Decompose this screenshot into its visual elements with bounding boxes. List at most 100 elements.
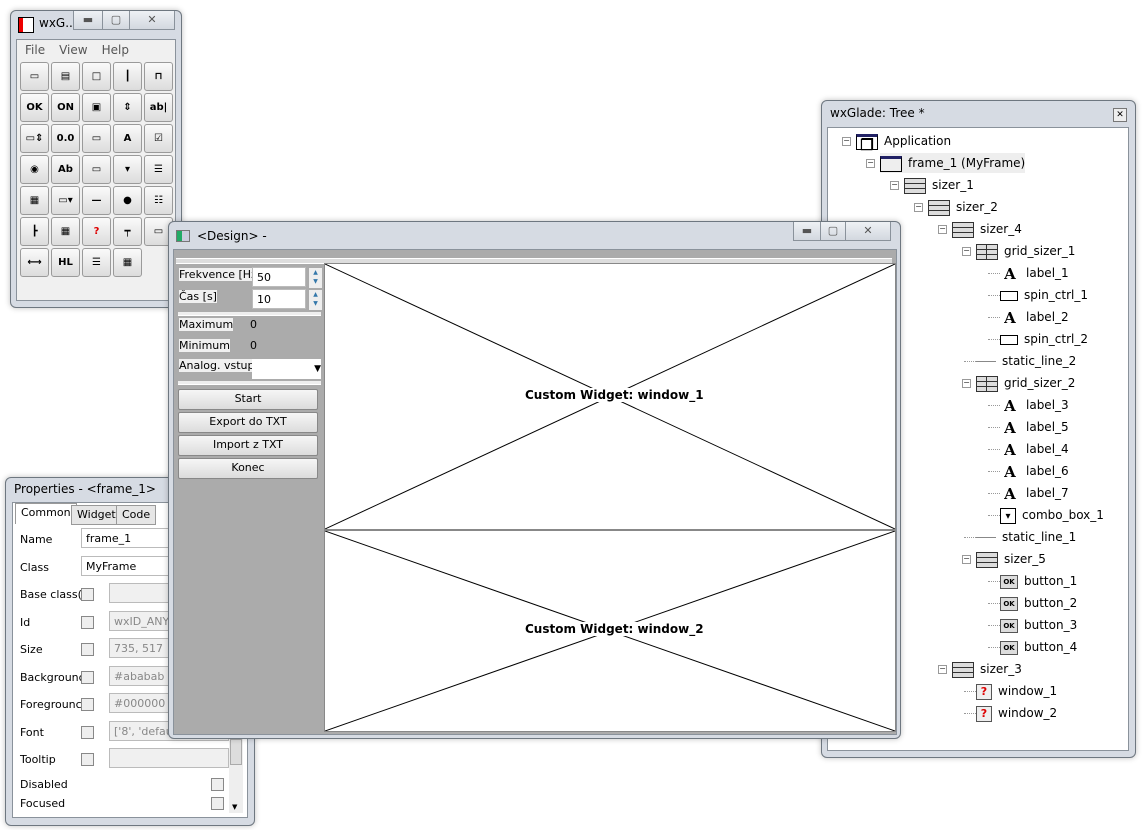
collapse-toggle[interactable]: −	[914, 203, 923, 212]
tree-item[interactable]: Alabel_4	[1000, 439, 1068, 459]
tool-box-sizer-button[interactable]: ☰	[82, 248, 111, 277]
maximize-button[interactable]: ▢	[102, 11, 130, 30]
tool-spacer-button[interactable]: ⟷	[20, 248, 49, 277]
collapse-toggle[interactable]: −	[866, 159, 875, 168]
tool-panel-button[interactable]: □	[82, 62, 111, 91]
tool-spin-ctrl-button[interactable]: ▭⇕	[20, 124, 49, 153]
tool-list-box-button[interactable]: ☰	[144, 155, 173, 184]
tool-radio-button-button[interactable]: ◉	[20, 155, 49, 184]
tree-item[interactable]: sizer_1	[904, 175, 974, 195]
tool-bitmap-button-button[interactable]: ▣	[82, 93, 111, 122]
collapse-toggle[interactable]: −	[962, 555, 971, 564]
prop-enable-checkbox[interactable]	[81, 643, 94, 656]
freq-spin-input[interactable]: 50	[252, 267, 306, 287]
tool-dialog-button[interactable]: ▤	[51, 62, 80, 91]
tab-common[interactable]: Common	[15, 503, 77, 524]
tool-static-text-button[interactable]: A	[113, 124, 142, 153]
tree-item[interactable]: OK button_3	[1000, 615, 1077, 635]
tool-checkbox-button[interactable]: ☑	[144, 124, 173, 153]
tool-toolbar-button[interactable]: ┯	[113, 217, 142, 246]
tree-item[interactable]: spin_ctrl_1	[1000, 285, 1088, 305]
collapse-toggle[interactable]: −	[962, 247, 971, 256]
tool-text-ctrl-button[interactable]: ab|	[144, 93, 173, 122]
tree-item[interactable]: frame_1 (MyFrame)	[880, 153, 1026, 173]
tool-notebook-button[interactable]: ⊓	[144, 62, 173, 91]
tree-item[interactable]: grid_sizer_1	[976, 241, 1075, 261]
collapse-toggle[interactable]: −	[938, 665, 947, 674]
export-txt-button[interactable]: Export do TXT	[178, 412, 318, 433]
time-spin-buttons[interactable]: ▲ ▼	[308, 289, 323, 311]
start-button[interactable]: Start	[178, 389, 318, 410]
tree-item[interactable]: ❐ Application	[856, 131, 951, 153]
tree-item[interactable]: Alabel_1	[1000, 263, 1068, 283]
scrollbar[interactable]: ▼	[229, 735, 243, 813]
prop-enable-checkbox[interactable]	[81, 725, 94, 739]
tool-list-ctrl-button[interactable]: ☷	[144, 186, 173, 215]
collapse-toggle[interactable]: −	[842, 137, 851, 146]
tree-item[interactable]: Alabel_6	[1000, 461, 1068, 481]
custom-widget-window-2[interactable]: Custom Widget: window_2	[324, 530, 896, 732]
tab-code[interactable]: Code	[116, 505, 157, 525]
prop-enable-checkbox[interactable]	[81, 588, 94, 601]
menu-file[interactable]: File	[25, 43, 45, 57]
tree-item[interactable]: Alabel_3	[1000, 395, 1068, 415]
tree-item[interactable]: grid_sizer_2	[976, 373, 1075, 393]
tree-item[interactable]: ▾ combo_box_1	[1000, 505, 1104, 525]
tool-calendar-button[interactable]: ▦	[20, 186, 49, 215]
custom-widget-window-1[interactable]: Custom Widget: window_1	[324, 263, 896, 530]
ain-combo-box[interactable]: ▼	[252, 359, 321, 379]
tree-item[interactable]: sizer_5	[976, 549, 1046, 569]
tool-splitter-button[interactable]: ┃	[113, 62, 142, 91]
tool-tree-ctrl-button[interactable]: ┣	[20, 217, 49, 246]
tool-frame-button[interactable]: ▭	[20, 62, 49, 91]
freq-spin-buttons[interactable]: ▲ ▼	[308, 267, 323, 289]
menu-view[interactable]: View	[59, 43, 87, 57]
prop-value-field[interactable]	[109, 748, 229, 768]
tool-datepicker-button[interactable]: ▭▾	[51, 186, 80, 215]
disabled-checkbox[interactable]	[211, 778, 224, 791]
close-button[interactable]: ✕	[129, 11, 175, 30]
tab-widget[interactable]: Widget	[71, 505, 122, 525]
tree-item[interactable]: static_line_1	[976, 527, 1076, 547]
tree-item[interactable]: Alabel_7	[1000, 483, 1068, 503]
tool-slider-button[interactable]: 0.0	[51, 124, 80, 153]
tree-item[interactable]: sizer_2	[928, 197, 998, 217]
tool-spin-button-button[interactable]: ⇕	[113, 93, 142, 122]
prop-enable-checkbox[interactable]	[81, 698, 94, 711]
time-spin-input[interactable]: 10	[252, 289, 306, 309]
tool-choice-button[interactable]: ▭	[82, 155, 111, 184]
tree-item[interactable]: Alabel_5	[1000, 417, 1068, 437]
prop-enable-checkbox[interactable]	[81, 753, 94, 766]
minimize-button[interactable]: ▬	[73, 11, 103, 30]
import-txt-button[interactable]: Import z TXT	[178, 435, 318, 456]
tool-toggle-button-button[interactable]: ON	[51, 93, 80, 122]
tree-item[interactable]: sizer_4	[952, 219, 1022, 239]
tree-item[interactable]: Alabel_2	[1000, 307, 1068, 327]
close-button[interactable]: ✕	[1113, 108, 1127, 122]
tree-item[interactable]: ? window_1	[976, 681, 1057, 701]
close-button[interactable]: ✕	[845, 222, 891, 241]
tree-item[interactable]: OK button_2	[1000, 593, 1077, 613]
prop-enable-checkbox[interactable]	[81, 670, 94, 684]
tree-item[interactable]: static_line_2	[976, 351, 1076, 371]
tool-gauge-button[interactable]: ▭	[82, 124, 111, 153]
tree-item[interactable]: OK button_4	[1000, 637, 1077, 657]
tool-button-button[interactable]: OK	[20, 93, 49, 122]
minimize-button[interactable]: ▬	[793, 222, 821, 241]
tool-static-bitmap-button[interactable]: ●	[113, 186, 142, 215]
collapse-toggle[interactable]: −	[938, 225, 947, 234]
tool-grid-sizer-button[interactable]: ▦	[113, 248, 142, 277]
tool-static-line-button[interactable]: —	[82, 186, 111, 215]
tool-radio-box-button[interactable]: Ab	[51, 155, 80, 184]
tree-item[interactable]: sizer_3	[952, 659, 1022, 679]
tree-item[interactable]: OK button_1	[1000, 571, 1077, 591]
collapse-toggle[interactable]: −	[962, 379, 971, 388]
tree-item[interactable]: spin_ctrl_2	[1000, 329, 1088, 349]
tool-combo-box-button[interactable]: ▾	[113, 155, 142, 184]
tool-hyperlink-button[interactable]: HL	[51, 248, 80, 277]
maximize-button[interactable]: ▢	[820, 222, 846, 241]
menu-help[interactable]: Help	[102, 43, 129, 57]
collapse-toggle[interactable]: −	[890, 181, 899, 190]
prop-enable-checkbox[interactable]	[81, 615, 94, 629]
focused-checkbox[interactable]	[211, 797, 224, 810]
